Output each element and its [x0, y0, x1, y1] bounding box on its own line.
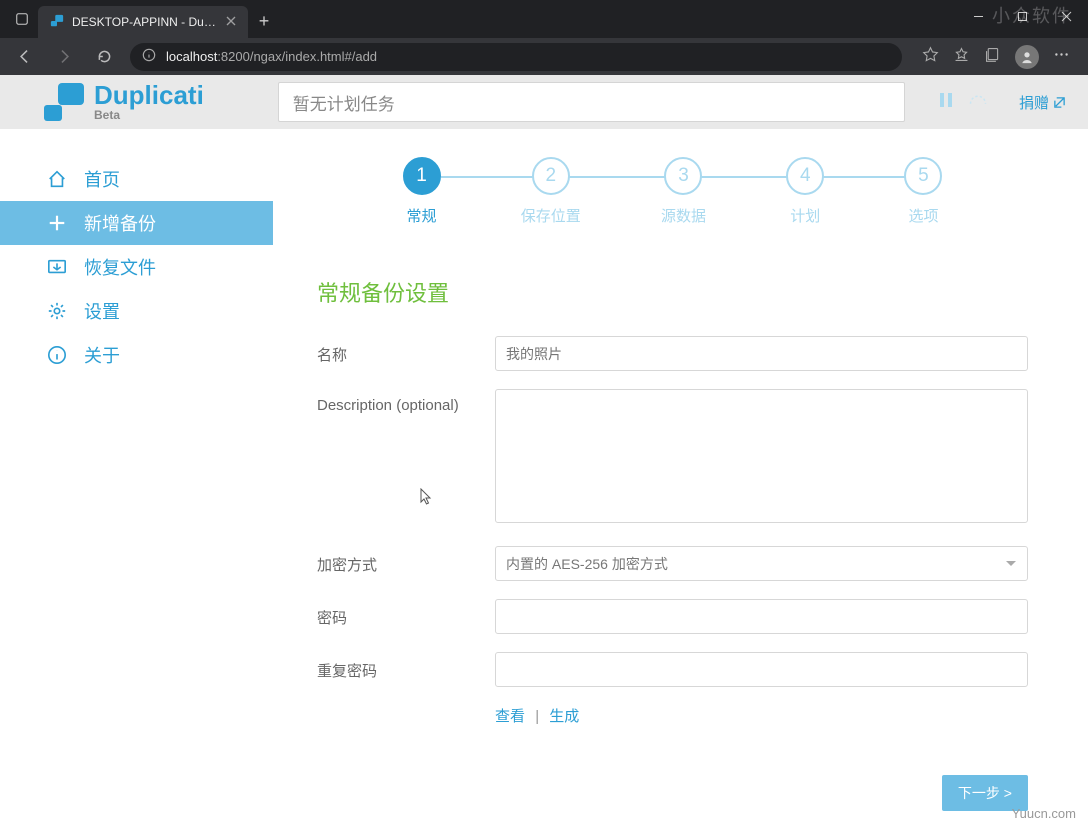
tab-bar: DESKTOP-APPINN - Duplicati + [0, 0, 1088, 38]
step-schedule[interactable]: 4 计划 [786, 157, 824, 226]
step-options[interactable]: 5 选项 [904, 157, 942, 226]
new-tab-button[interactable]: + [250, 7, 278, 35]
encryption-label: 加密方式 [317, 546, 495, 575]
brand-name: Duplicati [94, 82, 204, 108]
tab-close-icon[interactable] [226, 15, 236, 29]
step-label: 选项 [908, 205, 938, 226]
sidebar-item-label: 首页 [84, 166, 120, 192]
url-text: localhost:8200/ngax/index.html#/add [166, 49, 377, 64]
name-input[interactable] [495, 336, 1028, 371]
sidebar-item-restore[interactable]: 恢复文件 [0, 245, 273, 289]
password-repeat-input[interactable] [495, 652, 1028, 687]
step-source[interactable]: 3 源数据 [661, 157, 706, 226]
password-input[interactable] [495, 599, 1028, 634]
section-title: 常规备份设置 [317, 276, 1028, 308]
generate-password-link[interactable]: 生成 [549, 708, 579, 725]
show-password-link[interactable]: 查看 [495, 708, 525, 725]
sidebar-item-label: 关于 [84, 342, 120, 368]
site-info-icon[interactable] [142, 48, 156, 65]
pause-icon[interactable] [937, 92, 955, 113]
wizard-stepper: 1 常规 2 保存位置 3 源数据 4 计划 5 选项 [403, 157, 943, 226]
throttle-icon[interactable] [969, 92, 987, 113]
profile-avatar[interactable] [1015, 45, 1039, 69]
sidebar-item-label: 恢复文件 [84, 254, 156, 280]
content-area: 1 常规 2 保存位置 3 源数据 4 计划 5 选项 常规备份设置 名称 [273, 129, 1088, 825]
donate-link[interactable]: 捐赠 [1019, 92, 1066, 113]
logo-icon [44, 83, 86, 121]
step-label: 源数据 [661, 205, 706, 226]
sidebar: 首页 新增备份 恢复文件 设置 关于 [0, 129, 273, 825]
tab-favicon [50, 14, 64, 31]
forward-button[interactable] [50, 43, 78, 71]
sidebar-item-label: 设置 [84, 298, 120, 324]
window-controls [956, 0, 1088, 32]
reload-button[interactable] [90, 43, 118, 71]
step-number: 4 [786, 157, 824, 195]
sidebar-item-add-backup[interactable]: 新增备份 [0, 201, 273, 245]
collections-icon[interactable] [984, 46, 1001, 68]
sidebar-item-home[interactable]: 首页 [0, 157, 273, 201]
description-textarea[interactable] [495, 389, 1028, 523]
password-label: 密码 [317, 599, 495, 628]
back-button[interactable] [10, 43, 38, 71]
url-field[interactable]: localhost:8200/ngax/index.html#/add [130, 43, 902, 71]
beta-label: Beta [94, 108, 204, 122]
minimize-button[interactable] [956, 0, 1000, 32]
gear-icon [46, 300, 68, 322]
step-number: 3 [664, 157, 702, 195]
home-icon [46, 168, 68, 190]
tabs-overview-button[interactable] [8, 5, 36, 33]
step-label: 保存位置 [521, 205, 581, 226]
password-repeat-label: 重复密码 [317, 652, 495, 681]
maximize-button[interactable] [1000, 0, 1044, 32]
browser-tab[interactable]: DESKTOP-APPINN - Duplicati [38, 6, 248, 38]
step-label: 常规 [406, 205, 436, 226]
info-icon [46, 344, 68, 366]
sidebar-item-about[interactable]: 关于 [0, 333, 273, 377]
step-general[interactable]: 1 常规 [403, 157, 441, 226]
plus-icon [46, 212, 68, 234]
sidebar-item-settings[interactable]: 设置 [0, 289, 273, 333]
favorite-star-icon[interactable] [922, 46, 939, 68]
browser-chrome: 小众软件 DESKTOP-APPINN - Duplicati + localh… [0, 0, 1088, 75]
encryption-select[interactable]: 内置的 AES-256 加密方式 [495, 546, 1028, 581]
app-logo[interactable]: Duplicati Beta [44, 82, 204, 122]
address-bar: localhost:8200/ngax/index.html#/add [0, 38, 1088, 75]
step-number: 2 [532, 157, 570, 195]
tab-title: DESKTOP-APPINN - Duplicati [72, 15, 218, 29]
step-number: 1 [403, 157, 441, 195]
password-links: 查看 | 生成 [495, 705, 1028, 726]
name-label: 名称 [317, 336, 495, 365]
step-destination[interactable]: 2 保存位置 [521, 157, 581, 226]
schedule-status-box: 暂无计划任务 [278, 82, 905, 122]
restore-icon [46, 256, 68, 278]
next-button[interactable]: 下一步 > [942, 775, 1028, 811]
step-label: 计划 [790, 205, 820, 226]
close-window-button[interactable] [1044, 0, 1088, 32]
more-menu-icon[interactable] [1053, 46, 1070, 68]
app-header: Duplicati Beta 暂无计划任务 捐赠 [0, 75, 1088, 129]
sidebar-item-label: 新增备份 [84, 210, 156, 236]
main-area: 首页 新增备份 恢复文件 设置 关于 1 常规 2 保存位置 [0, 129, 1088, 825]
description-label: Description (optional) [317, 389, 495, 414]
favorites-bar-icon[interactable] [953, 46, 970, 68]
step-number: 5 [904, 157, 942, 195]
